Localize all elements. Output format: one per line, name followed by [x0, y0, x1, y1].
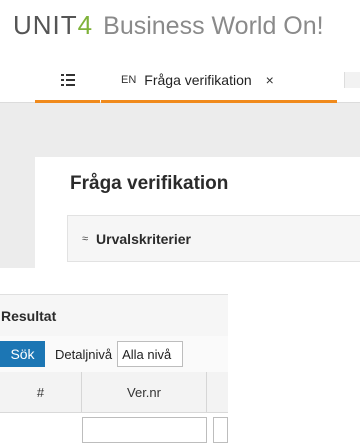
tab-title: Fråga verifikation	[144, 72, 252, 88]
collapse-icon: ≈	[82, 232, 89, 245]
grid-header: # Ver.nr	[0, 372, 228, 413]
list-menu-icon	[60, 74, 75, 86]
detail-level-select[interactable]: Alla nivå	[117, 341, 184, 367]
tab-bar: EN Fråga verifikation ×	[0, 58, 360, 103]
page-title: Fråga verifikation	[70, 173, 229, 194]
column-header-number[interactable]: #	[0, 372, 82, 412]
ver-nr-filter-input[interactable]	[82, 417, 207, 443]
criteria-section-header[interactable]: ≈ Urvalskriterier	[67, 215, 360, 262]
results-toolbar: Sök Detaljnivå Alla nivå	[0, 336, 228, 373]
close-icon[interactable]: ×	[266, 72, 274, 88]
tab-fraga-verifikation[interactable]: EN Fråga verifikation ×	[101, 58, 337, 103]
detail-level-label: Detaljnivå	[55, 346, 113, 362]
criteria-title: Urvalskriterier	[96, 230, 191, 247]
tab-next[interactable]	[344, 72, 360, 88]
results-region: Resultat Sök Detaljnivå Alla nivå # Ver.…	[0, 294, 228, 447]
form-panel: Fråga verifikation ≈ Urvalskriterier	[35, 157, 360, 268]
results-title: Resultat	[1, 307, 57, 324]
results-header: Resultat	[0, 294, 228, 337]
tab-language: EN	[121, 74, 137, 86]
filter-row	[0, 413, 228, 447]
workspace: Fråga verifikation ≈ Urvalskriterier	[0, 103, 360, 268]
product-name: Business World On!	[103, 12, 324, 40]
menu-tab[interactable]	[35, 58, 100, 103]
search-button[interactable]: Sök	[0, 341, 45, 367]
app-logo: UNIT4 Business World On!	[13, 10, 324, 42]
brand-mark: UNIT4	[13, 10, 94, 40]
column-header-next[interactable]	[207, 372, 228, 412]
column-header-ver-nr[interactable]: Ver.nr	[82, 372, 207, 412]
next-filter-input[interactable]	[213, 417, 228, 443]
top-region: UNIT4 Business World On! EN Fråga verifi…	[0, 0, 360, 268]
